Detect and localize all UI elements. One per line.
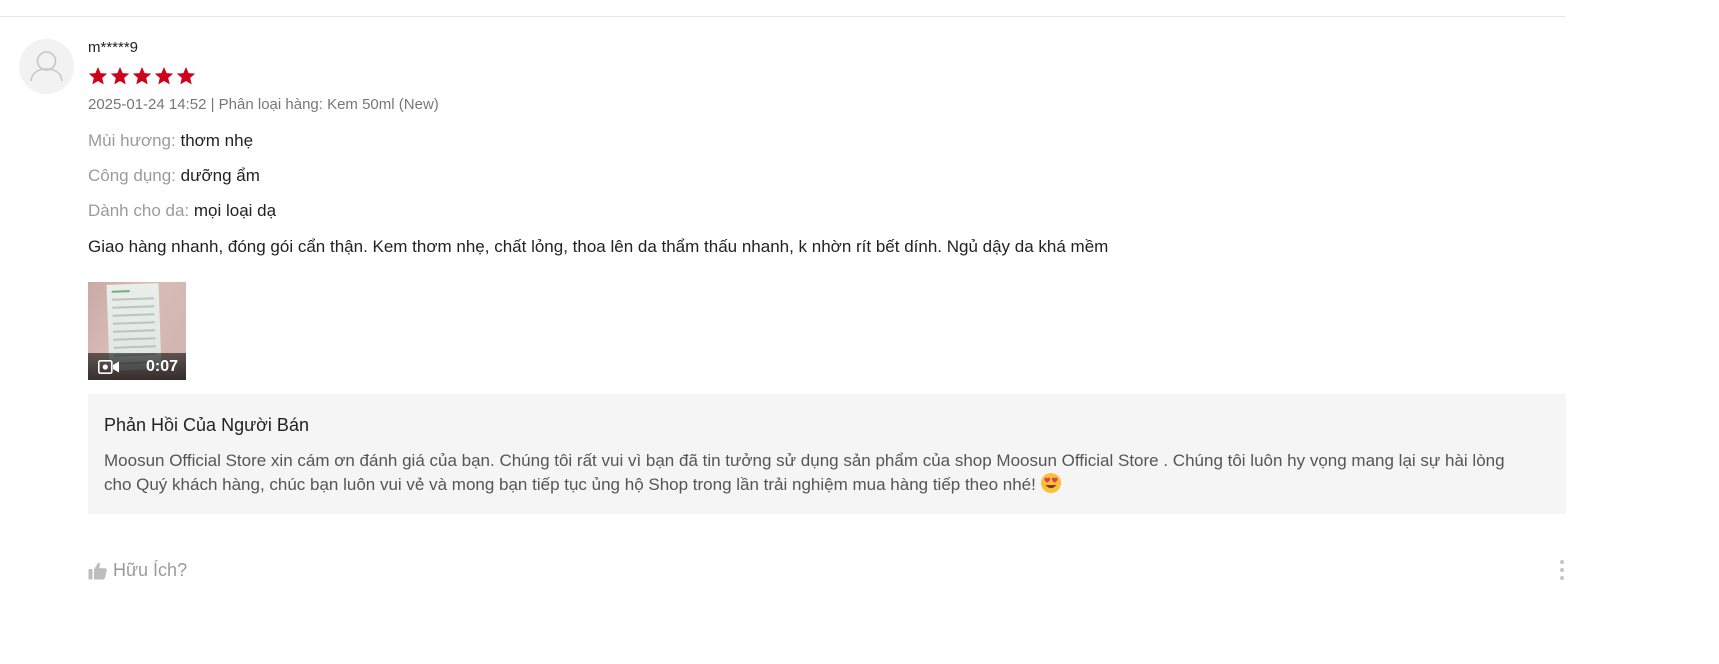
review-content: m*****9 2025-01-24 14:52 | Phân loại hàn…: [88, 38, 1566, 514]
heart-eyes-emoji-icon: [1040, 472, 1062, 500]
user-placeholder-icon: [30, 51, 63, 82]
review-attributes: Mùi hương: thơm nhẹ Công dụng: dưỡng ẩm …: [88, 129, 1566, 223]
seller-reply-title: Phản Hồi Của Người Bán: [104, 415, 309, 435]
review-meta: 2025-01-24 14:52 | Phân loại hàng: Kem 5…: [88, 96, 439, 113]
star-icon: [88, 66, 108, 86]
star-icon: [154, 66, 174, 86]
rating-stars: [88, 66, 1566, 88]
seller-reply: Phản Hồi Của Người Bán Moosun Official S…: [88, 394, 1566, 514]
attribute-key: Công dụng:: [88, 166, 176, 185]
video-overlay: 0:07: [88, 353, 186, 380]
attribute-value: mọi loại dạ: [193, 201, 277, 220]
attribute-row-usage: Công dụng: dưỡng ẩm: [88, 164, 1566, 188]
vertical-dots-icon: [1560, 560, 1564, 564]
star-icon: [132, 66, 152, 86]
star-icon: [176, 66, 196, 86]
review-video-thumbnail[interactable]: 0:07: [88, 282, 186, 380]
vertical-dot: [1560, 576, 1564, 580]
attribute-row-skin-type: Dành cho da: mọi loại dạ: [88, 199, 1566, 223]
video-camera-icon: [98, 359, 119, 374]
seller-reply-text-block: Moosun Official Store xin cám ơn đánh gi…: [104, 450, 1524, 500]
reviewer-username[interactable]: m*****9: [88, 38, 1566, 58]
helpful-label: Hữu Ích?: [113, 560, 188, 580]
top-divider: [0, 16, 1566, 17]
seller-reply-text: Moosun Official Store xin cám ơn đánh gi…: [104, 451, 1505, 494]
attribute-value: thơm nhẹ: [180, 131, 254, 150]
attribute-value: dưỡng ẩm: [180, 166, 260, 185]
helpful-button[interactable]: Hữu Ích?: [88, 560, 187, 581]
attribute-row-scent: Mùi hương: thơm nhẹ: [88, 129, 1566, 153]
avatar[interactable]: [19, 39, 74, 94]
attribute-key: Dành cho da:: [88, 201, 190, 220]
thumbs-up-icon: [88, 562, 107, 579]
more-options-button[interactable]: [1559, 560, 1565, 582]
vertical-dot: [1560, 568, 1564, 572]
review-text: Giao hàng nhanh, đóng gói cẩn thận. Kem …: [88, 237, 1109, 256]
attribute-key: Mùi hương:: [88, 131, 176, 150]
star-icon: [110, 66, 130, 86]
video-duration: 0:07: [145, 357, 178, 375]
